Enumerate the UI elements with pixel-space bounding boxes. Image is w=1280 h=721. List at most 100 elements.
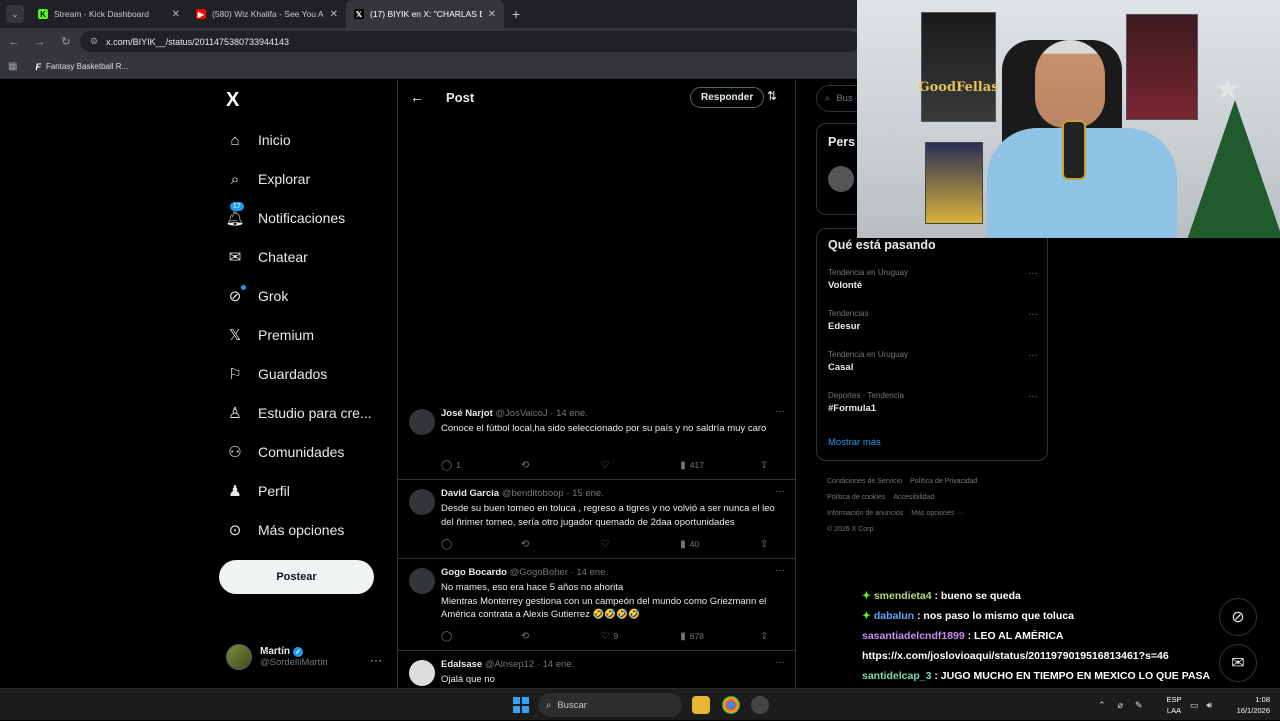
nav-item-notificaciones[interactable]: 🔔︎ 17 Notificaciones <box>225 202 345 230</box>
back-icon[interactable]: ← <box>8 36 20 48</box>
reply-author[interactable]: Edalsase <box>441 659 482 670</box>
like-action[interactable]: ♡ <box>601 537 627 551</box>
views-action[interactable]: ▮ 678 <box>680 629 706 643</box>
reply-action[interactable]: ◯ <box>441 629 467 643</box>
more-dots-icon[interactable]: ··· <box>1028 391 1038 402</box>
share-action[interactable]: ⇪ <box>760 458 786 472</box>
nav-item-mas-opciones[interactable]: ⊙ Más opciones <box>226 518 345 542</box>
chevron-up-icon[interactable]: ⌃ <box>1098 700 1106 711</box>
notification-badge: 17 <box>230 202 244 211</box>
nav-item-guardados[interactable]: ⚐ Guardados <box>226 362 327 386</box>
display-icon[interactable]: ▭ <box>1190 700 1199 711</box>
grok-fab-icon[interactable]: ⊘ <box>1219 598 1257 636</box>
repost-action[interactable]: ⟲ <box>521 537 547 551</box>
nav-item-perfil[interactable]: ♟ Perfil <box>226 479 290 503</box>
reply-author[interactable]: Gogo Bocardo <box>441 567 507 578</box>
taskbar-clock[interactable]: 1:08 16/1/2026 <box>1226 694 1270 716</box>
nav-item-explorar[interactable]: ⌕ Explorar <box>226 167 310 191</box>
reply-item[interactable]: David Garcia @benditoboop · 15 ene. ··· … <box>398 480 795 559</box>
windows-start-icon[interactable] <box>513 697 529 713</box>
volume-icon[interactable]: 🔊︎ <box>1207 700 1213 711</box>
footer-link[interactable]: Condiciones de Servicio <box>827 478 902 485</box>
reply-item[interactable]: Edalsase @Alnsep12 · 14 ene. ··· Ojalá q… <box>398 651 795 690</box>
more-dots-icon[interactable]: ··· <box>775 657 785 668</box>
trend-context: Tendencias <box>828 309 869 318</box>
comment-icon: ◯ <box>441 459 453 471</box>
nav-item-grok[interactable]: ⊘ Grok <box>226 284 288 308</box>
like-action[interactable]: ♡ <box>601 458 627 472</box>
reply-item[interactable]: José Narjot @JosVaicoJ · 14 ene. ··· Con… <box>398 400 795 480</box>
back-arrow-icon[interactable]: ← <box>410 89 424 105</box>
footer-link[interactable]: Más opciones ··· <box>911 510 963 517</box>
footer-link[interactable]: Política de Privacidad <box>910 478 977 485</box>
clock-time: 1:08 <box>1255 695 1270 704</box>
close-tab-icon[interactable]: ✕ <box>488 9 496 20</box>
avatar[interactable] <box>409 660 435 686</box>
repost-action[interactable]: ⟲ <box>521 629 547 643</box>
trend-item[interactable]: Tendencia en Uruguay Casal ··· <box>828 350 1038 373</box>
pen-icon[interactable]: ✎ <box>1135 700 1143 711</box>
tab-title: (580) Wiz Khalifa - See You Again <box>212 9 324 19</box>
more-dots-icon[interactable]: ··· <box>775 486 785 497</box>
trend-item[interactable]: Deportes · Tendencia #Formula1 ··· <box>828 391 1038 414</box>
trend-item[interactable]: Tendencias Edesur ··· <box>828 309 1038 332</box>
post-button[interactable]: Postear <box>219 560 374 594</box>
reply-action[interactable]: ◯ <box>441 537 467 551</box>
file-explorer-icon[interactable] <box>692 696 710 714</box>
footer-link[interactable]: Política de cookies <box>827 494 885 501</box>
bookmark-fantasy[interactable]: F Fantasy Basketball R... <box>35 62 128 72</box>
nav-item-comunidades[interactable]: ⚇ Comunidades <box>226 440 344 464</box>
tab-kick[interactable]: K Stream - Kick Dashboard ✕ <box>30 0 188 28</box>
nav-item-chatear[interactable]: ✉ Chatear <box>226 245 308 269</box>
repost-action[interactable]: ⟲ <box>521 458 547 472</box>
apps-grid-icon[interactable]: ▦ <box>8 61 17 72</box>
views-action[interactable]: ▮ 40 <box>680 537 706 551</box>
close-tab-icon[interactable]: ✕ <box>172 9 180 20</box>
share-action[interactable]: ⇪ <box>760 537 786 551</box>
show-more-link[interactable]: Mostrar más <box>828 437 881 448</box>
reply-item[interactable]: Gogo Bocardo @GogoBoher · 14 ene. ··· No… <box>398 559 795 651</box>
more-dots-icon[interactable]: ··· <box>370 653 382 667</box>
reply-action[interactable]: ◯ 1 <box>441 458 467 472</box>
nav-item-inicio[interactable]: ⌂ Inicio <box>226 128 290 152</box>
trend-item[interactable]: Tendencia en Uruguay Volonté ··· <box>828 268 1038 291</box>
tab-x[interactable]: 𝕏 (17) BIYIK en X: "CHARLAS EN TO ✕ <box>346 0 504 28</box>
url-field[interactable]: ⚙ x.com/BIYIK__/status/20114753807339441… <box>80 31 860 52</box>
avatar[interactable] <box>828 166 854 192</box>
forward-icon[interactable]: → <box>34 36 46 48</box>
like-action[interactable]: ♡ 9 <box>601 629 627 643</box>
more-dots-icon[interactable]: ··· <box>775 565 785 576</box>
footer-link[interactable]: Accesibilidad <box>893 494 934 501</box>
reply-author[interactable]: José Narjot <box>441 408 493 419</box>
tab-search-icon[interactable]: ⌄ <box>6 5 24 23</box>
close-tab-icon[interactable]: ✕ <box>330 9 338 20</box>
footer-link[interactable]: Información de anuncios <box>827 510 903 517</box>
more-dots-icon[interactable]: ··· <box>775 406 785 417</box>
language-indicator[interactable]: ESP LAA <box>1164 694 1184 716</box>
more-dots-icon[interactable]: ··· <box>1028 309 1038 320</box>
nav-item-estudio[interactable]: ♙ Estudio para cre... <box>226 401 371 425</box>
reload-icon[interactable]: ↻ <box>60 35 72 48</box>
nav-item-premium[interactable]: 𝕏 Premium <box>226 323 314 347</box>
obs-icon[interactable] <box>751 696 769 714</box>
avatar[interactable] <box>409 568 435 594</box>
x-logo-icon[interactable]: X <box>226 89 239 112</box>
avatar[interactable] <box>409 409 435 435</box>
more-dots-icon[interactable]: ··· <box>1028 268 1038 279</box>
more-dots-icon[interactable]: ··· <box>1028 350 1038 361</box>
filter-icon[interactable]: ⇅ <box>767 89 777 103</box>
messages-fab-icon[interactable]: ✉ <box>1219 644 1257 682</box>
reply-button[interactable]: Responder <box>690 87 765 108</box>
avatar[interactable] <box>409 489 435 515</box>
taskbar-search[interactable]: ⌕ Buscar <box>538 693 682 717</box>
webcam-overlay: GoodFellas ★ <box>857 0 1280 238</box>
reply-author[interactable]: David Garcia <box>441 488 499 499</box>
site-info-icon[interactable]: ⚙ <box>90 36 98 47</box>
share-action[interactable]: ⇪ <box>760 629 786 643</box>
new-tab-button[interactable]: + <box>512 6 520 22</box>
tab-youtube[interactable]: ▶ (580) Wiz Khalifa - See You Again ✕ <box>188 0 346 28</box>
chrome-icon[interactable] <box>722 696 740 714</box>
views-action[interactable]: ▮ 417 <box>680 458 706 472</box>
account-switcher[interactable]: Martín ✓ @SordelliMartin <box>226 644 328 670</box>
network-icon[interactable]: ⌀ <box>1118 700 1123 711</box>
